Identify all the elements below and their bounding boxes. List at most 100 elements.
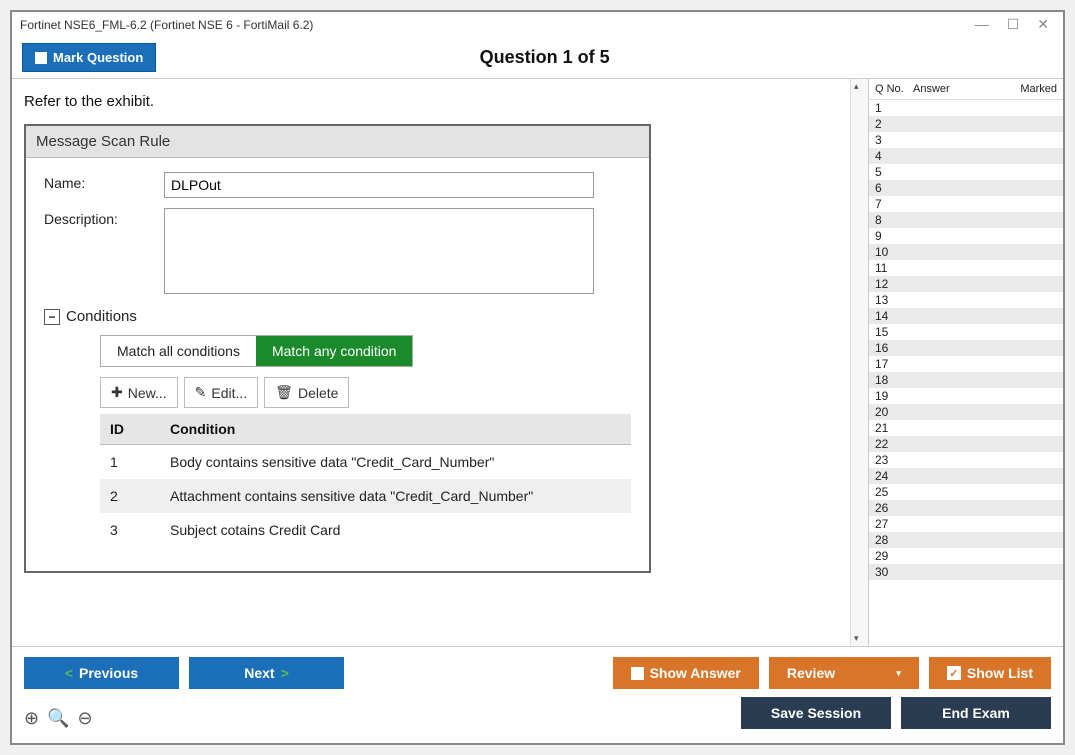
- review-dropdown[interactable]: Review▾: [769, 657, 919, 689]
- conditions-section: − Conditions Match all conditions Match …: [44, 308, 631, 547]
- description-row: Description:: [44, 208, 631, 294]
- list-item[interactable]: 3: [869, 132, 1063, 148]
- window-controls: — ☐ ✕: [975, 16, 1055, 33]
- content-scrollbar[interactable]: ▴ ▾: [850, 79, 868, 646]
- show-answer-button[interactable]: Show Answer: [613, 657, 759, 689]
- chevron-right-icon: >: [281, 665, 289, 681]
- list-item[interactable]: 5: [869, 164, 1063, 180]
- question-content: Refer to the exhibit. Message Scan Rule …: [12, 79, 850, 646]
- list-item[interactable]: 1: [869, 100, 1063, 116]
- titlebar: Fortinet NSE6_FML-6.2 (Fortinet NSE 6 - …: [12, 12, 1063, 37]
- zoom-out-icon[interactable]: ⊖: [78, 708, 93, 729]
- bottom-bar: <Previous Next> Show Answer Review▾ ✓Sho…: [12, 647, 1063, 743]
- cell-id: 2: [100, 479, 160, 513]
- table-row[interactable]: 2Attachment contains sensitive data "Cre…: [100, 479, 631, 513]
- question-list[interactable]: 1234567891011121314151617181920212223242…: [869, 100, 1063, 646]
- exhibit-panel: Message Scan Rule Name: Description: −: [24, 124, 651, 573]
- col-qno: Q No.: [875, 83, 913, 95]
- cell-condition: Attachment contains sensitive data "Cred…: [160, 479, 631, 513]
- nav-button-row: <Previous Next> Show Answer Review▾ ✓Sho…: [24, 657, 1051, 689]
- maximize-icon[interactable]: ☐: [1007, 16, 1020, 33]
- trash-icon: 🗑: [275, 384, 293, 401]
- check-icon: ✓: [947, 666, 961, 680]
- scroll-up-icon[interactable]: ▴: [854, 81, 859, 92]
- name-label: Name:: [44, 172, 164, 198]
- list-item[interactable]: 27: [869, 516, 1063, 532]
- zoom-controls: ⊕ 🔍 ⊖: [24, 708, 93, 729]
- list-item[interactable]: 21: [869, 420, 1063, 436]
- col-id: ID: [100, 414, 160, 445]
- list-item[interactable]: 13: [869, 292, 1063, 308]
- col-condition: Condition: [160, 414, 631, 445]
- show-list-button[interactable]: ✓Show List: [929, 657, 1051, 689]
- list-item[interactable]: 18: [869, 372, 1063, 388]
- chevron-left-icon: <: [65, 665, 73, 681]
- list-item[interactable]: 15: [869, 324, 1063, 340]
- conditions-header[interactable]: − Conditions: [44, 308, 631, 325]
- zoom-reset-icon[interactable]: 🔍: [47, 708, 69, 729]
- minimize-icon[interactable]: —: [975, 16, 989, 33]
- close-icon[interactable]: ✕: [1037, 16, 1049, 33]
- description-textarea[interactable]: [164, 208, 594, 294]
- checkbox-icon: [35, 52, 47, 64]
- conditions-label: Conditions: [66, 308, 137, 325]
- window-title: Fortinet NSE6_FML-6.2 (Fortinet NSE 6 - …: [20, 18, 313, 32]
- list-item[interactable]: 14: [869, 308, 1063, 324]
- edit-icon: ✎: [195, 384, 207, 401]
- match-all-tab[interactable]: Match all conditions: [101, 336, 256, 366]
- list-item[interactable]: 29: [869, 548, 1063, 564]
- col-answer: Answer: [913, 83, 1009, 95]
- list-item[interactable]: 8: [869, 212, 1063, 228]
- name-row: Name:: [44, 172, 631, 198]
- main-content-row: Refer to the exhibit. Message Scan Rule …: [12, 79, 1063, 647]
- list-item[interactable]: 20: [869, 404, 1063, 420]
- question-prompt: Refer to the exhibit.: [24, 93, 838, 110]
- question-counter: Question 1 of 5: [156, 47, 933, 68]
- list-item[interactable]: 23: [869, 452, 1063, 468]
- list-item[interactable]: 17: [869, 356, 1063, 372]
- question-list-panel: Q No. Answer Marked 12345678910111213141…: [868, 79, 1063, 646]
- exhibit-body: Name: Description: − Conditions: [26, 158, 649, 571]
- previous-button[interactable]: <Previous: [24, 657, 179, 689]
- list-item[interactable]: 16: [869, 340, 1063, 356]
- list-item[interactable]: 11: [869, 260, 1063, 276]
- list-item[interactable]: 2: [869, 116, 1063, 132]
- collapse-icon: −: [44, 309, 60, 325]
- save-session-button[interactable]: Save Session: [741, 697, 891, 729]
- list-item[interactable]: 10: [869, 244, 1063, 260]
- col-marked: Marked: [1009, 83, 1057, 95]
- table-row[interactable]: 1Body contains sensitive data "Credit_Ca…: [100, 445, 631, 480]
- list-item[interactable]: 7: [869, 196, 1063, 212]
- list-item[interactable]: 19: [869, 388, 1063, 404]
- table-row[interactable]: 3Subject cotains Credit Card: [100, 513, 631, 547]
- mark-question-button[interactable]: Mark Question: [22, 43, 156, 72]
- name-input[interactable]: [164, 172, 594, 198]
- edit-condition-button[interactable]: ✎Edit...: [184, 377, 259, 408]
- new-condition-button[interactable]: ✚New...: [100, 377, 178, 408]
- cell-id: 1: [100, 445, 160, 480]
- list-item[interactable]: 24: [869, 468, 1063, 484]
- zoom-in-icon[interactable]: ⊕: [24, 708, 39, 729]
- list-item[interactable]: 22: [869, 436, 1063, 452]
- list-item[interactable]: 9: [869, 228, 1063, 244]
- end-exam-button[interactable]: End Exam: [901, 697, 1051, 729]
- next-button[interactable]: Next>: [189, 657, 344, 689]
- list-item[interactable]: 4: [869, 148, 1063, 164]
- list-item[interactable]: 12: [869, 276, 1063, 292]
- list-item[interactable]: 30: [869, 564, 1063, 580]
- description-label: Description:: [44, 208, 164, 294]
- cell-condition: Subject cotains Credit Card: [160, 513, 631, 547]
- scroll-down-icon[interactable]: ▾: [854, 633, 859, 644]
- cell-id: 3: [100, 513, 160, 547]
- plus-icon: ✚: [111, 384, 123, 401]
- delete-condition-button[interactable]: 🗑Delete: [264, 377, 349, 408]
- list-item[interactable]: 6: [869, 180, 1063, 196]
- list-item[interactable]: 26: [869, 500, 1063, 516]
- list-item[interactable]: 28: [869, 532, 1063, 548]
- conditions-table: ID Condition 1Body contains sensitive da…: [100, 414, 631, 547]
- list-item[interactable]: 25: [869, 484, 1063, 500]
- condition-toolbar: ✚New... ✎Edit... 🗑Delete: [100, 377, 631, 408]
- match-any-tab[interactable]: Match any condition: [256, 336, 413, 366]
- checkbox-icon: [631, 667, 644, 680]
- cell-condition: Body contains sensitive data "Credit_Car…: [160, 445, 631, 480]
